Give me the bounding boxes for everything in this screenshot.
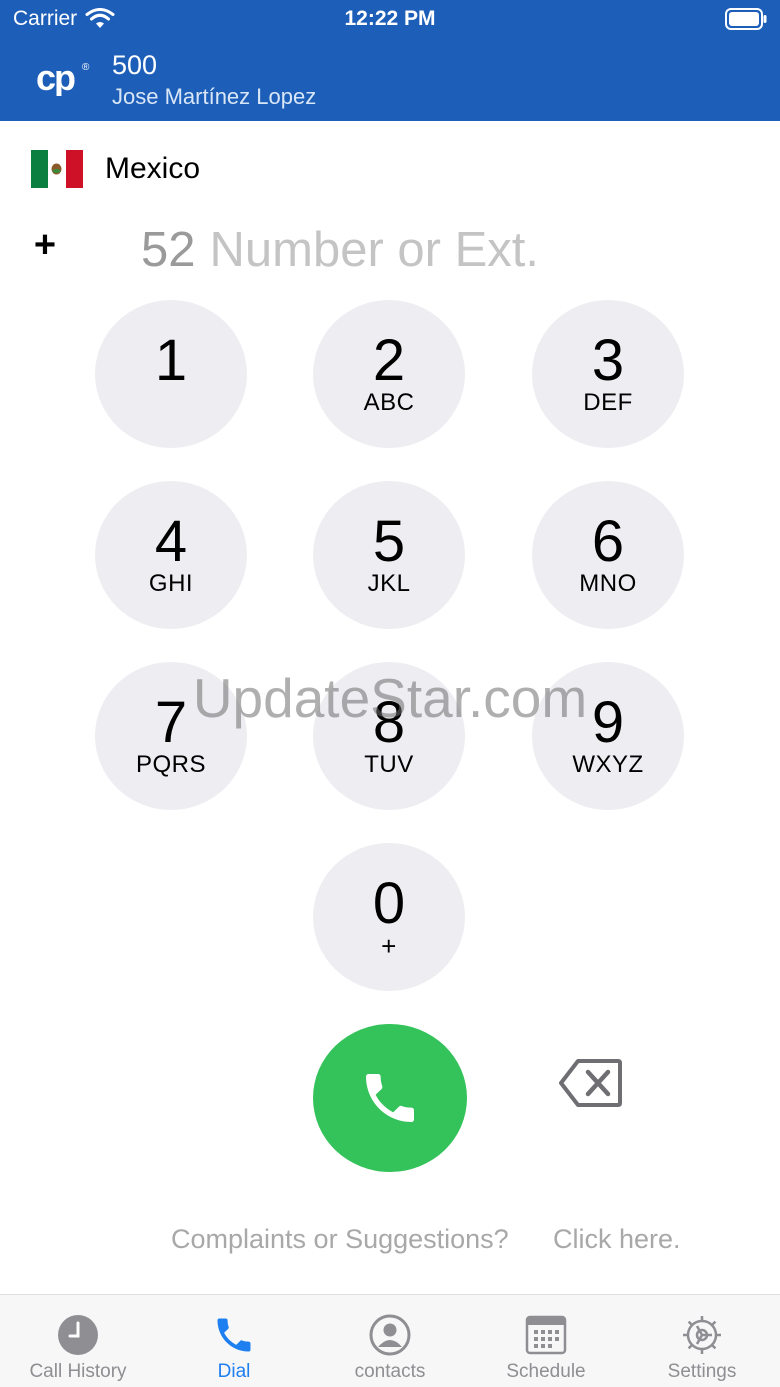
key-digit: 5 — [372, 509, 406, 574]
key-letters: JKL — [367, 570, 411, 597]
key-3[interactable]: 3 DEF — [532, 300, 684, 448]
key-0[interactable]: 0 + — [313, 843, 465, 991]
key-digit: 7 — [154, 690, 188, 755]
tab-label: Schedule — [506, 1361, 586, 1382]
gear-icon — [683, 1316, 721, 1354]
cp-logo-icon: cp ® — [36, 57, 90, 96]
person-circle-icon — [369, 1314, 411, 1356]
key-letters: TUV — [364, 751, 414, 778]
key-7[interactable]: 7 PQRS — [95, 662, 247, 810]
svg-text:cp: cp — [36, 57, 75, 96]
status-bar: Carrier 12:22 PM — [0, 0, 780, 40]
key-digit: 3 — [591, 328, 625, 393]
tab-settings[interactable]: Settings — [624, 1295, 780, 1387]
tab-label: Dial — [217, 1361, 251, 1382]
key-6[interactable]: 6 MNO — [532, 481, 684, 629]
status-time: 12:22 PM — [344, 7, 436, 30]
key-digit: 8 — [372, 690, 406, 755]
key-digit: 9 — [591, 690, 625, 755]
account-extension: 500 — [112, 50, 158, 80]
clock-icon — [58, 1315, 98, 1355]
battery-icon — [725, 8, 767, 30]
mexico-flag-icon — [31, 150, 83, 188]
key-digit: 1 — [154, 328, 188, 393]
key-4[interactable]: 4 GHI — [95, 481, 247, 629]
tab-label: contacts — [354, 1361, 426, 1382]
phone-icon — [217, 1318, 251, 1352]
key-letters: + — [381, 931, 397, 961]
tab-label: Call History — [29, 1361, 127, 1382]
backspace-icon[interactable] — [558, 1056, 624, 1110]
key-letters: ABC — [363, 389, 415, 416]
tab-call-history[interactable]: Call History — [0, 1295, 156, 1387]
number-input[interactable] — [209, 222, 670, 278]
tab-label: Settings — [667, 1361, 737, 1382]
account-info[interactable]: cp ® 500 Jose Martínez Lopez — [36, 50, 636, 112]
key-letters: MNO — [579, 570, 637, 597]
key-9[interactable]: 9 WXYZ — [532, 662, 684, 810]
tab-bar: Call History Dial contacts Schedule Sett… — [0, 1294, 780, 1387]
tab-dial[interactable]: Dial — [156, 1295, 312, 1387]
feedback-link[interactable]: Click here. — [553, 1224, 681, 1255]
tab-contacts[interactable]: contacts — [312, 1295, 468, 1387]
phone-icon — [366, 1074, 414, 1122]
key-digit: 6 — [591, 509, 625, 574]
account-name: Jose Martínez Lopez — [112, 84, 317, 109]
country-code: 52 — [141, 223, 196, 277]
tab-schedule[interactable]: Schedule — [468, 1295, 624, 1387]
calendar-icon — [525, 1315, 567, 1355]
key-digit: 4 — [154, 509, 188, 574]
key-letters: PQRS — [135, 751, 206, 778]
key-8[interactable]: 8 TUV — [313, 662, 465, 810]
feedback-question: Complaints or Suggestions? — [171, 1224, 509, 1254]
feedback-row: Complaints or Suggestions? Click here. — [0, 1224, 780, 1260]
key-digit: 2 — [372, 328, 406, 393]
number-entry: 52 — [141, 218, 761, 282]
key-1[interactable]: 1 — [95, 300, 247, 448]
key-letters: WXYZ — [572, 751, 644, 778]
call-button[interactable] — [313, 1024, 467, 1172]
key-5[interactable]: 5 JKL — [313, 481, 465, 629]
key-letters: DEF — [583, 389, 633, 416]
app-header: Carrier 12:22 PM cp ® 500 Jose Martínez … — [0, 0, 780, 121]
country-selector[interactable]: Mexico — [31, 148, 431, 190]
key-digit: 0 — [372, 871, 406, 936]
key-2[interactable]: 2 ABC — [313, 300, 465, 448]
svg-text:®: ® — [82, 62, 90, 73]
country-name: Mexico — [105, 152, 201, 185]
key-letters: GHI — [148, 570, 194, 597]
plus-button[interactable]: + — [28, 226, 62, 264]
